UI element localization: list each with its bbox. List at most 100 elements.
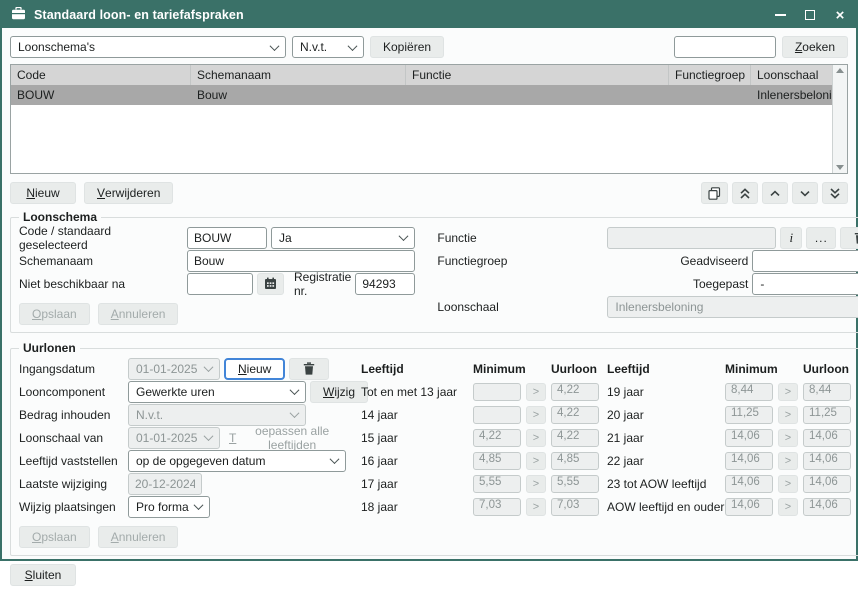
age-table-header: Leeftijd Minimum Uurloon xyxy=(361,357,599,380)
table-cell-schemanaam: Bouw xyxy=(191,88,406,102)
schema-table-body: BOUWBouwInlenersbeloning xyxy=(11,85,847,105)
schema-type-select[interactable]: Loonschema's xyxy=(10,36,286,58)
schema-type-value: Loonschema's xyxy=(18,40,267,54)
chevron-up-icon[interactable] xyxy=(762,182,788,204)
age-label: 20 jaar xyxy=(607,408,725,422)
column-header-code[interactable]: Code xyxy=(11,65,191,85)
registratie-input[interactable] xyxy=(355,273,415,295)
chevron-down-icon xyxy=(204,362,214,372)
loonschaal-select: Inlenersbeloning xyxy=(607,296,858,318)
age-row: 19 jaar8,44>8,44 xyxy=(607,380,851,403)
copy-to-uurloon-icon: > xyxy=(526,429,546,447)
wijzig-plaatsingen-select[interactable]: Pro forma xyxy=(128,496,210,518)
geadviseerd-input[interactable] xyxy=(752,250,858,272)
loonschaal-van-select: 01-01-2025 xyxy=(128,427,220,449)
toolbar: Loonschema's N.v.t. Kopiëren Zoeken xyxy=(10,36,848,58)
code-label: Code / standaard geselecteerd xyxy=(19,224,183,252)
age-row: 18 jaar7,03>7,03 xyxy=(361,495,599,518)
leeftijd-vaststellen-select[interactable]: op de opgegeven datum xyxy=(128,450,346,472)
list-actions: Nieuw Verwijderen xyxy=(10,182,848,204)
verwijderen-button[interactable]: Verwijderen xyxy=(84,182,173,204)
trash-icon[interactable] xyxy=(289,358,329,380)
age-label: 19 jaar xyxy=(607,385,725,399)
uurloon-input: 14,06 xyxy=(803,429,851,447)
table-header: Code Schemanaam Functie Functiegroep Loo… xyxy=(11,65,847,85)
table-row[interactable]: BOUWBouwInlenersbeloning xyxy=(11,85,847,105)
toepassen-alle-leeftijden-button: Toepassen alle leeftijden xyxy=(224,427,353,449)
scroll-up-icon[interactable] xyxy=(836,68,844,73)
briefcase-icon xyxy=(11,7,26,23)
minimum-input: 14,06 xyxy=(725,475,773,493)
nvt-value: N.v.t. xyxy=(300,40,345,54)
looncomponent-label: Looncomponent xyxy=(19,385,124,399)
copy-to-uurloon-icon: > xyxy=(526,406,546,424)
uurloon-header: Uurloon xyxy=(803,362,851,376)
column-header-schemanaam[interactable]: Schemanaam xyxy=(191,65,406,85)
table-scrollbar[interactable] xyxy=(832,65,847,173)
close-button[interactable]: × xyxy=(833,8,847,22)
standaard-select[interactable]: Ja xyxy=(271,227,415,249)
age-row: 22 jaar14,06>14,06 xyxy=(607,449,851,472)
chevron-down-icon xyxy=(290,385,300,395)
code-input[interactable] xyxy=(187,227,267,249)
zoeken-button[interactable]: Zoeken xyxy=(782,36,848,58)
column-header-functiegroep[interactable]: Functiegroep xyxy=(669,65,751,85)
kopieren-button[interactable]: Kopiëren xyxy=(370,36,444,58)
app-window: Standaard loon- en tariefafspraken × Loo… xyxy=(0,0,858,561)
duplicate-icon[interactable] xyxy=(701,182,728,204)
loonschaal-van-value: 01-01-2025 xyxy=(136,431,201,445)
chevron-double-up-icon[interactable] xyxy=(732,182,758,204)
opslaan-loonschema-button: Opslaan xyxy=(19,303,90,325)
nieuw-schema-button[interactable]: Nieuw xyxy=(10,182,76,204)
schemanaam-label: Schemanaam xyxy=(19,254,183,268)
minimum-input xyxy=(473,383,521,401)
functiegroep-label: Functiegroep xyxy=(437,254,603,268)
minimum-header: Minimum xyxy=(725,362,803,376)
chevron-down-icon[interactable] xyxy=(792,182,818,204)
minimize-button[interactable] xyxy=(773,8,787,22)
age-row: 20 jaar11,25>11,25 xyxy=(607,403,851,426)
minimum-input: 8,44 xyxy=(725,383,773,401)
registratie-label: Registratie nr. xyxy=(288,270,351,298)
schemanaam-input[interactable] xyxy=(187,250,415,272)
search-input[interactable] xyxy=(674,36,776,58)
copy-to-uurloon-icon: > xyxy=(778,406,798,424)
looncomponent-select[interactable]: Gewerkte uren xyxy=(128,381,306,403)
maximize-button[interactable] xyxy=(803,8,817,22)
chevron-down-icon xyxy=(348,41,358,51)
chevron-down-icon xyxy=(290,408,300,418)
sluiten-button[interactable]: Sluiten xyxy=(10,564,76,586)
copy-to-uurloon-icon: > xyxy=(526,498,546,516)
niet-beschikbaar-input[interactable] xyxy=(187,273,253,295)
leeftijd-vaststellen-value: op de opgegeven datum xyxy=(136,454,327,468)
scroll-down-icon[interactable] xyxy=(836,165,844,170)
trash-icon[interactable] xyxy=(840,227,858,249)
laatste-wijziging-input xyxy=(128,473,202,495)
nvt-select[interactable]: N.v.t. xyxy=(292,36,364,58)
chevron-down-icon xyxy=(399,231,409,241)
info-icon[interactable]: i xyxy=(780,227,802,249)
niet-beschikbaar-label: Niet beschikbaar na xyxy=(19,277,183,291)
minimum-input: 14,06 xyxy=(725,498,773,516)
ingangsdatum-value: 01-01-2025 xyxy=(136,362,201,376)
chevron-double-down-icon[interactable] xyxy=(822,182,848,204)
uurloon-input: 4,22 xyxy=(551,383,599,401)
uurloon-input: 11,25 xyxy=(803,406,851,424)
titlebar: Standaard loon- en tariefafspraken × xyxy=(2,2,856,28)
nieuw-uurloon-button[interactable]: Nieuw xyxy=(224,358,285,380)
column-header-functie[interactable]: Functie xyxy=(406,65,669,85)
schema-table: Code Schemanaam Functie Functiegroep Loo… xyxy=(10,64,848,174)
wijzig-plaatsingen-label: Wijzig plaatsingen xyxy=(19,500,124,514)
more-icon[interactable]: ... xyxy=(806,227,836,249)
calendar-icon[interactable] xyxy=(257,273,284,295)
functie-input xyxy=(607,227,776,249)
uurloon-input: 4,22 xyxy=(551,429,599,447)
wijzig-button[interactable]: Wijzig xyxy=(310,381,368,403)
ingangsdatum-select: 01-01-2025 xyxy=(128,358,220,380)
minimum-input: 14,06 xyxy=(725,452,773,470)
copy-to-uurloon-icon: > xyxy=(526,383,546,401)
age-row: 17 jaar5,55>5,55 xyxy=(361,472,599,495)
uurloon-input: 8,44 xyxy=(803,383,851,401)
uurloon-input: 4,22 xyxy=(551,406,599,424)
toegepast-select[interactable]: - xyxy=(752,273,858,295)
